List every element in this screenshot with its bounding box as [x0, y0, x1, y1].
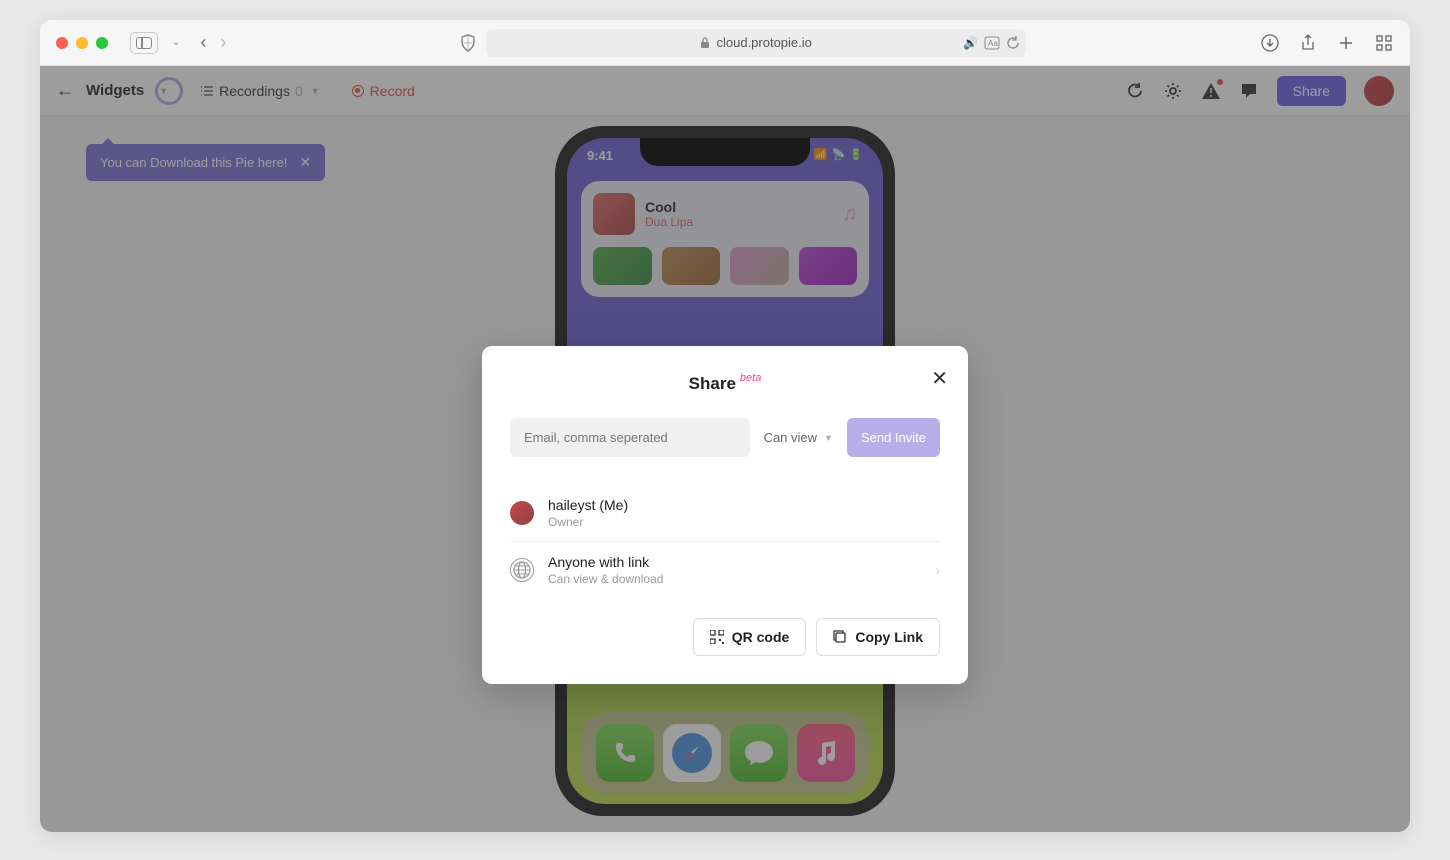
permission-dropdown[interactable]: Can view ▼	[758, 418, 839, 457]
nav-forward-button[interactable]: ›	[220, 32, 226, 53]
sidebar-toggle-button[interactable]	[130, 32, 158, 54]
copy-icon	[833, 630, 847, 644]
maximize-window-button[interactable]	[96, 37, 108, 49]
sidebar-menu-chevron[interactable]: ⌄	[172, 37, 180, 48]
traffic-lights	[56, 37, 108, 49]
qr-code-button[interactable]: QR code	[693, 618, 807, 656]
chevron-right-icon: ›	[935, 562, 940, 578]
globe-icon	[510, 558, 534, 582]
modal-close-button[interactable]: ✕	[931, 366, 948, 391]
svg-text:Aa: Aa	[988, 39, 998, 48]
link-title: Anyone with link	[548, 554, 663, 570]
qr-icon	[710, 630, 724, 644]
copy-link-button[interactable]: Copy Link	[816, 618, 940, 656]
browser-window: ⌄ ‹ › cloud.protopie.io 🔊 Aa	[40, 20, 1410, 832]
reader-icon[interactable]: Aa	[984, 36, 1000, 50]
new-tab-icon[interactable]	[1336, 33, 1356, 53]
close-window-button[interactable]	[56, 37, 68, 49]
share-modal: Share beta ✕ Can view ▼ Send Invite hail…	[482, 346, 968, 684]
member-row: haileyst (Me) Owner	[510, 485, 940, 542]
app-content: ← Widgets ▼ Recordings 0 ▼ Record	[40, 66, 1410, 832]
privacy-shield-icon[interactable]	[460, 34, 476, 52]
email-input[interactable]	[510, 418, 750, 457]
chevron-down-icon: ▼	[824, 433, 833, 443]
lock-icon	[700, 37, 710, 49]
phone-notch	[640, 138, 810, 166]
url-bar[interactable]: cloud.protopie.io 🔊 Aa	[486, 29, 1026, 57]
member-avatar	[510, 501, 534, 525]
member-name: haileyst (Me)	[548, 497, 628, 513]
downloads-icon[interactable]	[1260, 33, 1280, 53]
minimize-window-button[interactable]	[76, 37, 88, 49]
link-access-row[interactable]: Anyone with link Can view & download ›	[510, 542, 940, 598]
member-role: Owner	[548, 515, 628, 529]
reload-icon[interactable]	[1006, 36, 1020, 50]
modal-title: Share	[689, 374, 736, 394]
send-invite-button[interactable]: Send Invite	[847, 418, 940, 457]
tabs-overview-icon[interactable]	[1374, 33, 1394, 53]
beta-tag: beta	[740, 372, 761, 384]
audio-icon[interactable]: 🔊	[963, 36, 978, 50]
browser-toolbar: ⌄ ‹ › cloud.protopie.io 🔊 Aa	[40, 20, 1410, 66]
link-desc: Can view & download	[548, 572, 663, 586]
nav-back-button[interactable]: ‹	[200, 32, 206, 53]
url-text: cloud.protopie.io	[716, 35, 811, 50]
share-icon[interactable]	[1298, 33, 1318, 53]
